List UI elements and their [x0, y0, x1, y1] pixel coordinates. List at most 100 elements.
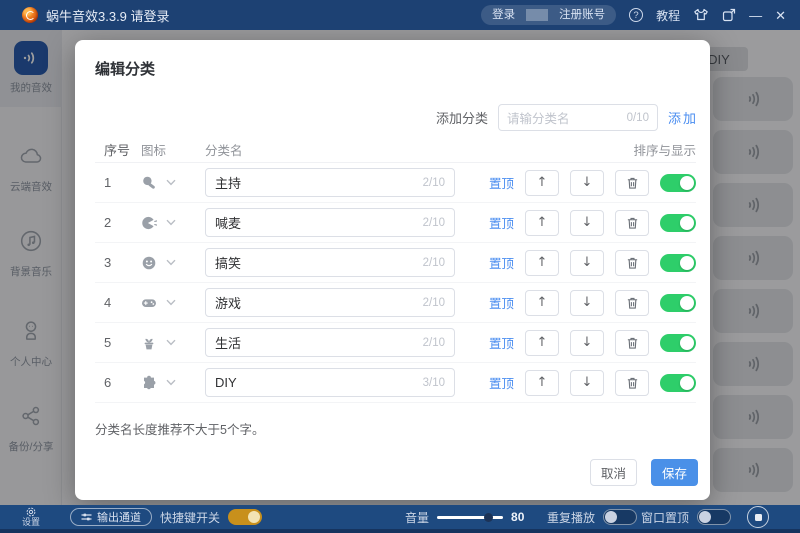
- hotkey-toggle[interactable]: [228, 509, 263, 525]
- chevron-down-icon[interactable]: [166, 379, 176, 386]
- move-up-button[interactable]: ↑: [525, 209, 559, 236]
- row-index: 3: [104, 255, 112, 270]
- move-up-button[interactable]: ↑: [525, 169, 559, 196]
- save-button[interactable]: 保存: [651, 459, 698, 486]
- delete-button[interactable]: [615, 209, 649, 236]
- header-index: 序号: [104, 142, 131, 158]
- resize-window-icon[interactable]: [722, 8, 736, 22]
- category-name-input[interactable]: 游戏 2/10: [205, 288, 455, 317]
- move-down-button[interactable]: ↓: [570, 369, 604, 396]
- modal-footer: 取消 保存: [590, 459, 698, 486]
- move-up-button[interactable]: ↑: [525, 289, 559, 316]
- add-category-row: 添加分类 请输分类名 0/10 添加: [436, 104, 698, 131]
- add-category-input[interactable]: 请输分类名 0/10: [497, 104, 658, 131]
- volume-slider[interactable]: [437, 512, 504, 522]
- login-button[interactable]: 登录: [481, 5, 526, 25]
- category-table: 序号 图标 分类名 排序与显示 1 主持 2/10 置顶 ↑ ↓ 2 喊麦 2/…: [95, 136, 696, 403]
- chevron-down-icon[interactable]: [166, 339, 176, 346]
- delete-button[interactable]: [615, 169, 649, 196]
- delete-button[interactable]: [615, 369, 649, 396]
- trash-icon: [627, 217, 637, 229]
- trash-icon: [627, 337, 637, 349]
- hint-text: 分类名长度推荐不大于5个字。: [95, 423, 265, 437]
- move-down-button[interactable]: ↓: [570, 289, 604, 316]
- chevron-down-icon[interactable]: [166, 259, 176, 266]
- delete-button[interactable]: [615, 329, 649, 356]
- category-name-value: 搞笑: [215, 256, 242, 271]
- minimize-button[interactable]: —: [749, 9, 762, 22]
- category-name-input[interactable]: DIY 3/10: [205, 368, 455, 397]
- category-row: 6 DIY 3/10 置顶 ↑ ↓: [95, 363, 696, 403]
- pin-top-link[interactable]: 置顶: [489, 213, 514, 232]
- hotkey-label: 快捷键开关: [160, 510, 221, 525]
- move-down-button[interactable]: ↓: [570, 329, 604, 356]
- down-arrow-icon: ↓: [581, 335, 593, 350]
- app-window: DIY 我的音效 云端音效 背景音乐 个人中心 备份/分享 编辑分类 添加分类 …: [0, 0, 800, 533]
- move-down-button[interactable]: ↓: [570, 249, 604, 276]
- row-index: 4: [104, 295, 112, 310]
- output-channel-label: 输出通道: [97, 512, 141, 524]
- category-row: 1 主持 2/10 置顶 ↑ ↓: [95, 163, 696, 203]
- chevron-down-icon[interactable]: [166, 179, 176, 186]
- window-top-group: 窗口置顶: [641, 505, 732, 529]
- visibility-toggle[interactable]: [660, 213, 696, 232]
- help-icon[interactable]: ?: [629, 8, 644, 22]
- category-name-input[interactable]: 主持 2/10: [205, 168, 455, 197]
- puzzle-icon: [144, 375, 156, 389]
- move-down-button[interactable]: ↓: [570, 209, 604, 236]
- pin-top-link[interactable]: 置顶: [489, 253, 514, 272]
- chevron-down-icon[interactable]: [166, 299, 176, 306]
- pin-top-link[interactable]: 置顶: [489, 293, 514, 312]
- cancel-button[interactable]: 取消: [590, 459, 637, 486]
- move-up-button[interactable]: ↑: [525, 249, 559, 276]
- app-logo-icon: [22, 7, 38, 23]
- mixer-icon: [81, 513, 92, 521]
- down-arrow-icon: ↓: [581, 295, 593, 310]
- tshirt-icon[interactable]: [693, 8, 709, 22]
- visibility-toggle[interactable]: [660, 253, 696, 272]
- add-category-button[interactable]: 添加: [668, 108, 698, 127]
- header-sort-display: 排序与显示: [633, 143, 696, 158]
- category-name-input[interactable]: 生活 2/10: [205, 328, 455, 357]
- repeat-label: 重复播放: [547, 510, 596, 525]
- visibility-toggle[interactable]: [660, 293, 696, 312]
- up-arrow-icon: ↑: [536, 175, 548, 190]
- chevron-down-icon[interactable]: [166, 219, 176, 226]
- output-channel-button[interactable]: 输出通道: [70, 508, 152, 526]
- char-counter: 2/10: [422, 256, 445, 269]
- close-button[interactable]: ✕: [775, 9, 786, 22]
- trash-icon: [627, 177, 637, 189]
- move-down-button[interactable]: ↓: [570, 169, 604, 196]
- delete-button[interactable]: [615, 249, 649, 276]
- window-top-label: 窗口置顶: [641, 510, 690, 525]
- visibility-toggle[interactable]: [660, 333, 696, 352]
- tutorial-link[interactable]: 教程: [656, 7, 680, 24]
- move-up-button[interactable]: ↑: [525, 329, 559, 356]
- plant-icon: [144, 338, 154, 349]
- volume-slider-knob[interactable]: [484, 512, 494, 522]
- trash-icon: [627, 257, 637, 269]
- category-name-value: DIY: [215, 375, 237, 390]
- window-top-toggle[interactable]: [697, 509, 732, 525]
- repeat-toggle[interactable]: [603, 509, 638, 525]
- pin-top-link[interactable]: 置顶: [489, 333, 514, 352]
- visibility-toggle[interactable]: [660, 173, 696, 192]
- microphone-icon: [143, 176, 155, 189]
- sidebar-item-settings[interactable]: 设置: [0, 505, 62, 529]
- move-up-button[interactable]: ↑: [525, 369, 559, 396]
- smiley-icon: [142, 256, 156, 269]
- category-name-input[interactable]: 喊麦 2/10: [205, 208, 455, 237]
- register-button[interactable]: 注册账号: [548, 5, 616, 25]
- volume-group: 音量 80: [405, 505, 524, 529]
- auth-buttons: 登录 注册账号: [481, 5, 617, 25]
- delete-button[interactable]: [615, 289, 649, 316]
- stop-icon: [754, 513, 762, 521]
- char-counter: 2/10: [422, 296, 445, 309]
- stop-button[interactable]: [747, 506, 769, 528]
- volume-value: 80: [511, 510, 525, 524]
- pin-top-link[interactable]: 置顶: [489, 173, 514, 192]
- category-name-input[interactable]: 搞笑 2/10: [205, 248, 455, 277]
- visibility-toggle[interactable]: [660, 373, 696, 392]
- pin-top-link[interactable]: 置顶: [489, 373, 514, 392]
- title-bar: 蜗牛音效3.3.9 请登录 登录 注册账号 ? 教程 — ✕: [0, 0, 800, 30]
